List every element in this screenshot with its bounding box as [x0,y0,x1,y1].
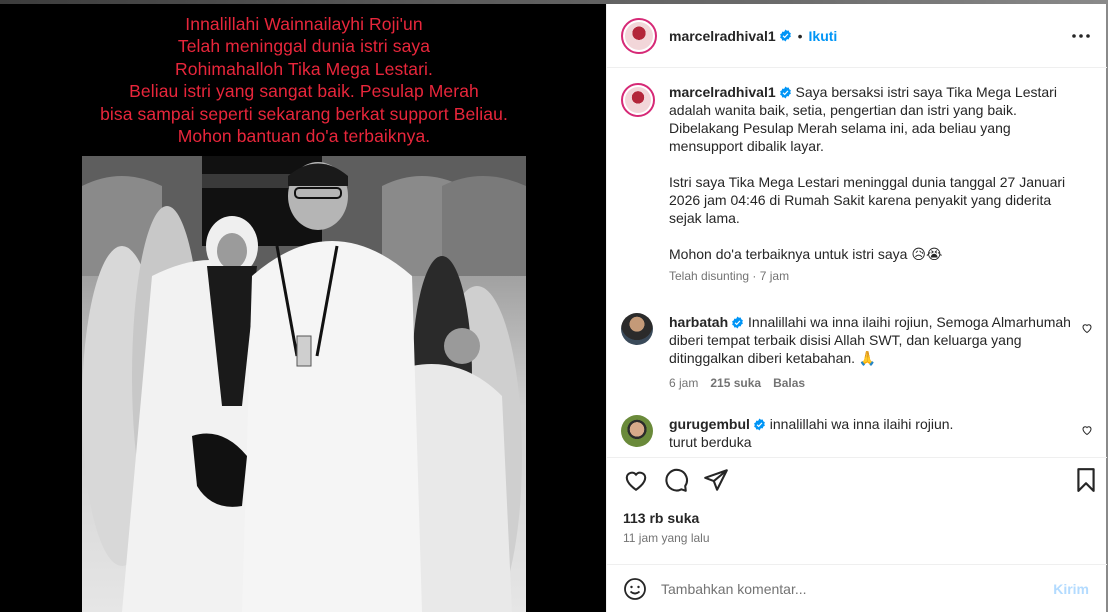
comment-body: harbatah Innalillahi wa inna ilaihi roji… [669,313,1074,367]
photo-illustration [82,156,526,612]
caption-edited-time: Telah disunting · 7 jam [669,269,790,283]
commenter-avatar[interactable] [621,415,653,447]
photo-text-line: Mohon bantuan do'a terbaiknya. [177,126,431,146]
post-comment-button[interactable]: Kirim [1053,581,1089,597]
author-avatar[interactable] [621,17,657,54]
caption-text: Istri saya Tika Mega Lestari meninggal d… [669,174,1066,226]
photo-text-overlay: Innalillahi Wainnailayhi Roji'un Telah m… [82,4,526,156]
commenter-username[interactable]: harbatah [669,314,728,330]
caption-block: marcelradhival1 Saya bersaksi istri saya… [621,83,1074,283]
comment-bubble-icon[interactable] [663,467,689,493]
share-send-icon[interactable] [703,467,729,493]
commenter-avatar[interactable] [621,313,653,345]
post-photo[interactable]: Innalillahi Wainnailayhi Roji'un Telah m… [82,4,526,612]
reply-button[interactable]: Balas [773,376,805,390]
comments-area[interactable]: marcelradhival1 Saya bersaksi istri saya… [607,69,1107,458]
post-modal: Innalillahi Wainnailayhi Roji'un Telah m… [0,4,1107,612]
caption-username[interactable]: marcelradhival1 [669,84,776,100]
comment-text: innalillahi wa inna ilaihi rojiun. [769,416,954,432]
verified-badge-icon [732,316,743,329]
photo-text-line: Beliau istri yang sangat baik. Pesulap M… [129,81,479,101]
emoji-smiley-icon[interactable] [623,577,647,601]
photo-text-line: Rohimahalloh Tika Mega Lestari. [175,58,433,79]
author-username[interactable]: marcelradhival1 [669,28,776,44]
photo-scene [82,156,526,612]
comment-like-heart-icon[interactable] [1081,424,1093,436]
verified-badge-icon [754,418,765,431]
post-panel: marcelradhival1 • Ikuti marcelradhival1 … [606,4,1107,612]
comment-item: harbatah Innalillahi wa inna ilaihi roji… [621,313,1074,390]
photo-text-line: Innalillahi Wainnailayhi Roji'un [185,13,423,34]
post-header: marcelradhival1 • Ikuti [607,4,1107,68]
caption-first-paragraph: marcelradhival1 Saya bersaksi istri saya… [669,83,1074,155]
comment-input[interactable] [661,580,1054,597]
photo-text-line: Telah meninggal dunia istri saya [177,36,431,56]
commenter-username[interactable]: gurugembul [669,416,750,432]
comment-likes[interactable]: 215 suka [710,376,761,390]
comment-like-heart-icon[interactable] [1081,322,1093,334]
more-options-icon[interactable] [1069,26,1093,46]
post-actions [623,467,1095,497]
caption-text: Mohon do'a terbaiknya untuk istri saya 😥… [669,246,943,262]
save-bookmark-icon[interactable] [1073,467,1099,493]
verified-badge-icon [779,86,791,99]
likes-count[interactable]: 113 rb suka [623,510,699,526]
comment-meta: 6 jam 215 suka Balas [669,376,1074,390]
header-separator: • [797,27,803,44]
post-time: 11 jam yang lalu [623,531,710,545]
comment-item: gurugembul innalillahi wa inna ilaihi ro… [621,415,1074,451]
comment-body: gurugembul innalillahi wa inna ilaihi ro… [669,415,1074,433]
like-heart-icon[interactable] [623,467,649,493]
comment-time: 6 jam [669,376,699,390]
comment-text: Innalillahi wa inna ilaihi rojiun, Semog… [669,314,1071,366]
caption-avatar[interactable] [621,83,655,117]
photo-text-line: bisa sampai seperti sekarang berkat supp… [100,103,508,124]
post-media: Innalillahi Wainnailayhi Roji'un Telah m… [0,4,606,612]
comment-text: turut berduka [669,434,752,450]
verified-badge-icon [779,29,791,42]
follow-button[interactable]: Ikuti [809,28,838,44]
add-comment-bar: Kirim [607,564,1107,612]
